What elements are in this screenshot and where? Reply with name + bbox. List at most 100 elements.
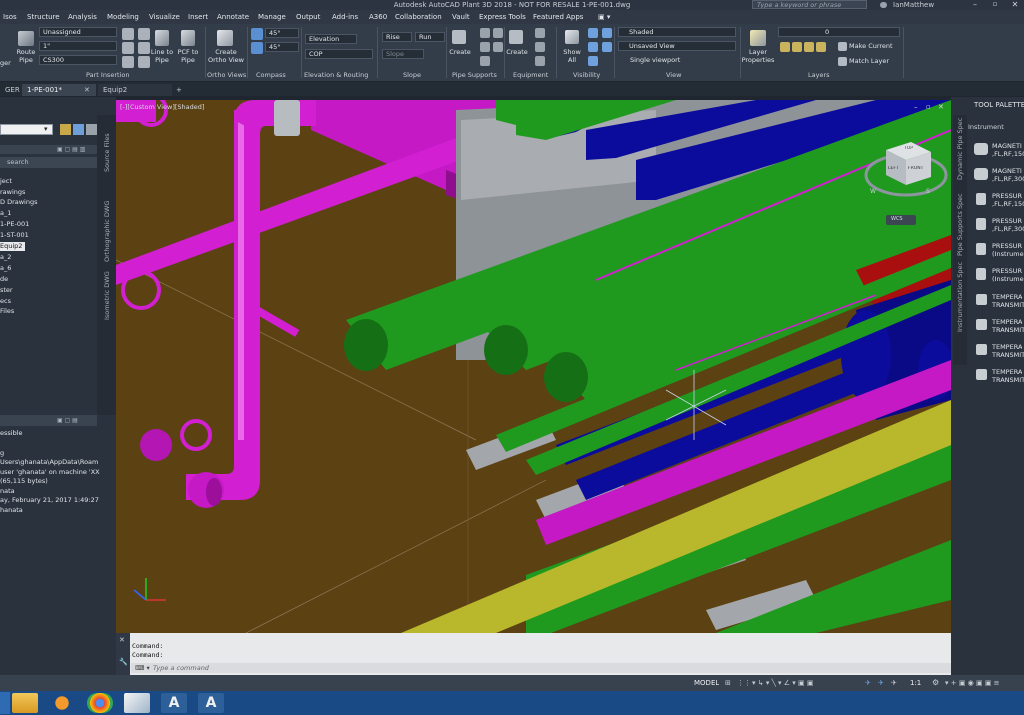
support-tool-icon-3[interactable] (480, 56, 490, 66)
tree-item[interactable]: a_2 (0, 253, 11, 262)
palette-item-label[interactable]: MAGNETI (992, 167, 1022, 175)
tab-isos[interactable]: Isos (3, 10, 17, 24)
tree-item[interactable]: a_6 (0, 264, 11, 273)
tree-item[interactable]: Files (0, 307, 14, 316)
match-layer-button[interactable]: Match Layer (849, 57, 889, 65)
palette-item-sub[interactable]: TRANSMIT (992, 351, 1024, 359)
command-input[interactable]: Type a command (153, 663, 209, 673)
pipe-tool-icon-2[interactable] (122, 42, 134, 54)
vtab-isometric-dwg[interactable]: Isometric DWG (103, 271, 111, 320)
autocad-app-icon[interactable]: A (198, 693, 224, 713)
tree-item[interactable]: rawings (0, 188, 25, 197)
palette-item-sub[interactable]: ,FL,RF,300 (992, 225, 1024, 233)
chrome-icon[interactable] (87, 693, 113, 713)
tab-output[interactable]: Output (296, 10, 320, 24)
pipe-tool-icon-3[interactable] (122, 56, 134, 68)
pcf-to-pipe-button[interactable]: PCF to Pipe (174, 48, 202, 64)
temperature-transmitter-icon[interactable] (976, 344, 987, 355)
wcs-label[interactable]: WCS (891, 216, 903, 222)
elevation-field[interactable]: Elevation (305, 34, 357, 44)
tree-item[interactable]: a_1 (0, 209, 11, 218)
command-settings-icon[interactable]: 🔧 (119, 658, 128, 666)
palette-item-sub[interactable]: TRANSMIT (992, 301, 1024, 309)
snap-toggle-icon[interactable]: ⋮⋮ (737, 679, 751, 687)
project-tool-icon-2[interactable] (73, 124, 84, 135)
tab-analysis[interactable]: Analysis (68, 10, 97, 24)
show-all-button[interactable]: Show All (559, 48, 585, 64)
make-current-button[interactable]: Make Current (849, 42, 893, 50)
palette-item-sub[interactable]: (Instrume (992, 250, 1024, 258)
annotation-scale[interactable]: 1:1 (910, 679, 921, 687)
palette-item-label[interactable]: TEMPERA (992, 293, 1022, 301)
tab-structure[interactable]: Structure (27, 10, 60, 24)
panel-toolbar-icons[interactable]: ▣ ▢ ▤ ▥ (57, 146, 97, 153)
tab-a360[interactable]: A360 (369, 10, 387, 24)
project-tool-icon-3[interactable] (86, 124, 97, 135)
match-layer-icon[interactable] (838, 57, 847, 66)
user-icon[interactable] (880, 2, 887, 8)
service-dropdown[interactable]: Unassigned (39, 27, 117, 37)
vtab-pipe-supports-spec[interactable]: Pipe Supports Spec (956, 193, 964, 256)
pressure-instrument-icon[interactable] (976, 243, 986, 255)
spec-dropdown[interactable]: CS300 (39, 55, 117, 65)
pipe-support-create-button[interactable]: Create (447, 48, 473, 56)
tab-vault[interactable]: Vault (452, 10, 470, 24)
temperature-transmitter-icon[interactable] (976, 319, 987, 330)
project-tool-icon-1[interactable] (60, 124, 71, 135)
model-space-button[interactable]: MODEL (694, 679, 719, 687)
support-tool-icon-2[interactable] (480, 42, 490, 52)
viewport-minimize-icon[interactable]: – (914, 103, 922, 111)
layer-tool-icon-2[interactable] (792, 42, 802, 52)
maximize-button[interactable]: ▫ (986, 0, 1004, 9)
viewcube-top-label[interactable]: TOP (904, 146, 913, 151)
route-pipe-icon[interactable] (18, 31, 34, 46)
pipe-support-create-icon[interactable] (452, 30, 466, 44)
visual-style-dropdown[interactable]: Shaded (618, 27, 736, 37)
support-tool-icon-1[interactable] (480, 28, 490, 38)
tab-close-icon[interactable]: ✕ (84, 84, 94, 96)
tree-item-selected[interactable]: Equip2 (0, 242, 26, 251)
viewcube-front-label[interactable]: FRONT (908, 166, 923, 171)
annotation-icon[interactable]: ✈ (865, 679, 871, 687)
temperature-transmitter-icon[interactable] (976, 369, 987, 380)
vtab-dynamic-pipe-spec[interactable]: Dynamic Pipe Spec (956, 118, 964, 180)
equipment-create-icon[interactable] (509, 30, 523, 44)
tab-equip2[interactable]: Equip2 (98, 84, 172, 96)
palette-item-label[interactable]: PRESSUR (992, 267, 1022, 275)
tree-item[interactable]: D Drawings (0, 198, 38, 207)
tree-item[interactable]: ecs (0, 297, 11, 306)
tab-add-ins[interactable]: Add-ins (332, 10, 358, 24)
equipment-create-button[interactable]: Create (504, 48, 530, 56)
compass-west-label[interactable]: W (870, 188, 876, 195)
layer-tool-icon-4[interactable] (816, 42, 826, 52)
command-line[interactable] (131, 663, 951, 673)
command-close-icon[interactable]: ✕ (119, 636, 125, 644)
viewport-close-icon[interactable]: ✕ (938, 103, 946, 111)
palette-item-sub[interactable]: (Instrume (992, 275, 1024, 283)
media-player-icon[interactable] (49, 693, 75, 713)
annotation-scale-icon[interactable]: ✈ (878, 679, 884, 687)
support-tool-icon-5[interactable] (493, 42, 503, 52)
viewport-controls-label[interactable]: [-][Custom View][Shaded] (120, 103, 204, 112)
ribbon-left-fragment[interactable]: ger (0, 59, 11, 67)
tab-project-manager[interactable]: GER (0, 84, 20, 96)
details-toolbar-icons[interactable]: ▣ ▢ ▤ (57, 417, 97, 424)
layer-properties-icon[interactable] (750, 30, 766, 46)
explorer-icon[interactable] (12, 693, 38, 713)
visibility-tool-icon-5[interactable] (602, 42, 612, 52)
compass-south-label[interactable]: S (926, 188, 930, 195)
tab-annotate[interactable]: Annotate (217, 10, 249, 24)
tab-manage[interactable]: Manage (258, 10, 286, 24)
new-tab-button[interactable]: + (174, 84, 186, 96)
layer-dropdown[interactable]: 0 (778, 27, 900, 37)
palette-item-label[interactable]: PRESSUR (992, 242, 1022, 250)
temperature-transmitter-icon[interactable] (976, 294, 987, 305)
layers-group-label[interactable]: Layers (808, 71, 830, 80)
equipment-tool-icon-2[interactable] (535, 42, 545, 52)
paint-icon[interactable] (124, 693, 150, 713)
palette-item-label[interactable]: TEMPERA (992, 318, 1022, 326)
model-viewport[interactable] (116, 100, 951, 633)
tab-express-tools[interactable]: Express Tools (479, 10, 526, 24)
tab-featured-apps[interactable]: Featured Apps (533, 10, 583, 24)
visibility-tool-icon-1[interactable] (588, 28, 598, 38)
